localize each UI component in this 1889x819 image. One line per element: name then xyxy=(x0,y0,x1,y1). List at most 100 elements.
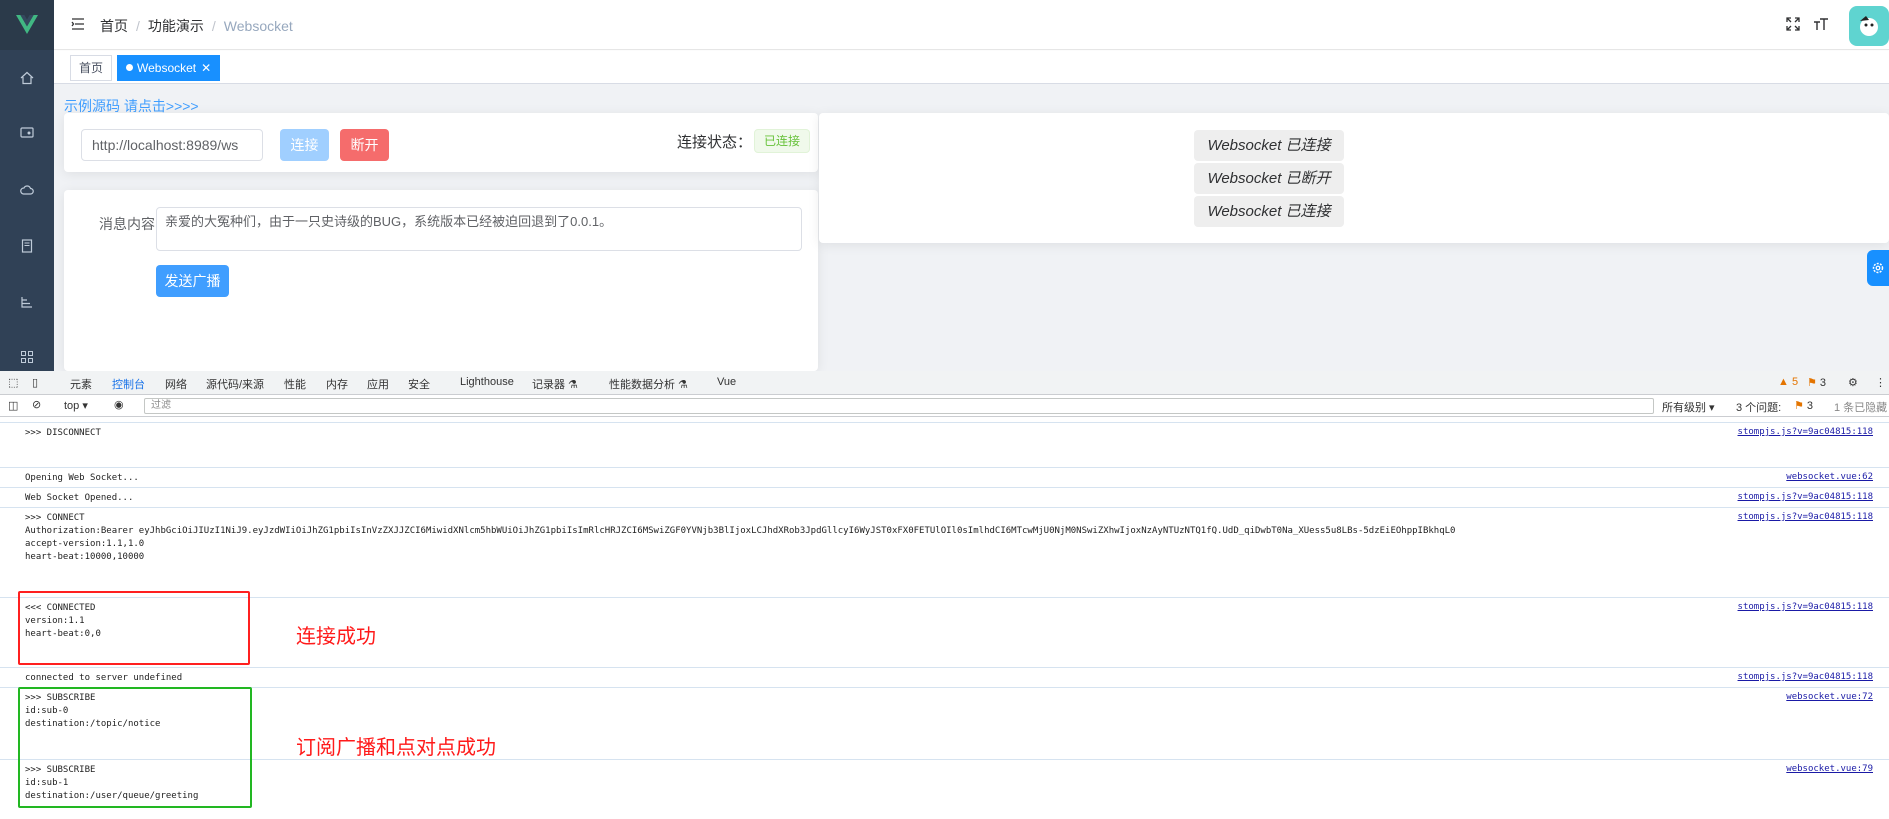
tab-security[interactable]: 安全 xyxy=(408,376,430,392)
console-output: >>> DISCONNECT stompjs.js?v=9ac04815:118… xyxy=(0,417,1889,819)
device-toggle-icon[interactable]: ▯ xyxy=(32,376,38,389)
log-source-link[interactable]: websocket.vue:72 xyxy=(1786,692,1873,702)
status-label: 连接状态： xyxy=(677,134,753,151)
screen: 首页 / 功能演示 / Websocket 首页 Websocket ✕ 示例源码 请点击… xyxy=(0,0,1889,819)
grid-icon[interactable] xyxy=(18,348,36,366)
log-entry: <<< CONNECTED version:1.1 heart-beat:0,0… xyxy=(0,597,1889,667)
log-text: connected to server undefined xyxy=(25,673,183,683)
fullscreen-icon[interactable] xyxy=(1785,16,1803,34)
message-label: 消息内容 xyxy=(99,216,155,232)
tab-memory[interactable]: 内存 xyxy=(326,376,348,392)
avatar[interactable] xyxy=(1849,6,1889,46)
connect-button[interactable]: 连接 xyxy=(280,129,329,161)
status-badge: 已连接 xyxy=(754,129,811,153)
inspect-icon[interactable]: ⬚ xyxy=(8,376,18,389)
tab-vue[interactable]: Vue xyxy=(717,376,736,388)
log-entry: >>> CONNECT Authorization:Bearer eyJhbGc… xyxy=(0,507,1889,587)
home-icon[interactable] xyxy=(18,69,36,87)
more-options-icon[interactable]: ⋮ xyxy=(1875,376,1886,389)
devtools-tabs: ⬚ ▯ 元素 控制台 网络 源代码/来源 性能 内存 应用 安全 Lightho… xyxy=(0,371,1889,397)
tab-performance-insights[interactable]: 性能数据分析 ⚗ xyxy=(609,376,688,392)
breadcrumb-home[interactable]: 首页 xyxy=(100,18,128,34)
warning-icon[interactable]: ▲ 5 xyxy=(1778,376,1798,388)
log-source-link[interactable]: stompjs.js?v=9ac04815:118 xyxy=(1738,512,1873,522)
tab-performance[interactable]: 性能 xyxy=(284,376,306,392)
context-select[interactable]: top ▾ xyxy=(64,399,88,412)
log-text: >>> DISCONNECT xyxy=(25,428,101,438)
tab-elements[interactable]: 元素 xyxy=(70,376,92,392)
log-source-link[interactable]: stompjs.js?v=9ac04815:118 xyxy=(1738,672,1873,682)
eye-icon[interactable]: ◉ xyxy=(114,398,124,411)
tab-network[interactable]: 网络 xyxy=(165,376,187,392)
message-list-card: Websocket 已连接 Websocket 已断开 Websocket 已连… xyxy=(819,113,1889,243)
tag-label: Websocket xyxy=(137,61,197,75)
close-icon[interactable]: ✕ xyxy=(201,61,211,75)
tab-sources[interactable]: 源代码/来源 xyxy=(206,376,264,392)
console-toolbar: ◫ ⊘ top ▾ ◉ 过滤 所有级别 ▾ 3 个问题: ⚑ 3 1 条已隐藏 xyxy=(0,395,1889,417)
tags-view: 首页 Websocket ✕ xyxy=(54,51,1889,84)
log-entry: >>> SUBSCRIBE id:sub-0 destination:/topi… xyxy=(0,687,1889,759)
log-text: Web Socket Opened... xyxy=(25,493,134,503)
log-entry: >>> DISCONNECT stompjs.js?v=9ac04815:118 xyxy=(0,422,1889,467)
message-item: Websocket 已断开 xyxy=(1194,163,1344,194)
tree-icon[interactable] xyxy=(18,293,36,311)
breadcrumb-separator: / xyxy=(211,18,216,34)
log-entry: >>> SUBSCRIBE id:sub-1 destination:/user… xyxy=(0,759,1889,819)
filter-input[interactable]: 过滤 xyxy=(144,398,1654,414)
cloud-icon[interactable] xyxy=(18,181,36,199)
subscribe-highlight-box xyxy=(18,687,252,808)
tab-recorder[interactable]: 记录器 ⚗ xyxy=(532,376,578,392)
context-value: top xyxy=(64,400,80,412)
tag-home[interactable]: 首页 xyxy=(70,55,113,81)
log-text: Opening Web Socket... xyxy=(25,473,139,483)
message-card: 消息内容 亲爱的大冤种们，由于一只史诗级的BUG，系统版本已经被迫回退到了0.0… xyxy=(64,190,818,371)
connected-highlight-box xyxy=(18,591,250,665)
sidebar xyxy=(0,0,54,371)
url-input[interactable]: http://localhost:8989/ws xyxy=(81,129,263,161)
tag-websocket[interactable]: Websocket ✕ xyxy=(117,55,221,81)
log-entry: Opening Web Socket... websocket.vue:62 xyxy=(0,467,1889,487)
connection-card: http://localhost:8989/ws 连接 断开 连接状态： 已连接 xyxy=(64,113,818,172)
message-item: Websocket 已连接 xyxy=(1194,130,1344,161)
log-entry: Web Socket Opened... stompjs.js?v=9ac048… xyxy=(0,487,1889,507)
log-source-link[interactable]: websocket.vue:79 xyxy=(1786,764,1873,774)
tab-lighthouse[interactable]: Lighthouse xyxy=(460,376,514,388)
tab-console[interactable]: 控制台 xyxy=(112,376,145,397)
log-entry: connected to server undefined stompjs.js… xyxy=(0,667,1889,687)
tab-application[interactable]: 应用 xyxy=(367,376,389,392)
message-textarea[interactable]: 亲爱的大冤种们，由于一只史诗级的BUG，系统版本已经被迫回退到了0.0.1。 xyxy=(156,207,802,251)
clear-console-icon[interactable]: ⊘ xyxy=(32,398,41,411)
log-source-link[interactable]: stompjs.js?v=9ac04815:118 xyxy=(1738,492,1873,502)
active-dot-icon xyxy=(126,64,133,71)
document-icon[interactable] xyxy=(18,237,36,255)
monitor-icon[interactable] xyxy=(18,124,36,142)
breadcrumb-current: Websocket xyxy=(223,18,293,34)
log-source-link[interactable]: stompjs.js?v=9ac04815:118 xyxy=(1738,602,1873,612)
issue-count: 3 xyxy=(1819,377,1827,389)
issue-flag-icon[interactable]: ⚑ 3 xyxy=(1807,376,1826,389)
sidebar-toggle-icon[interactable]: ◫ xyxy=(8,399,18,412)
issues-label[interactable]: 3 个问题: xyxy=(1736,399,1781,415)
app-main: 示例源码 请点击>>>> http://localhost:8989/ws 连接… xyxy=(54,84,1889,371)
breadcrumb-separator: / xyxy=(136,18,140,34)
log-source-link[interactable]: websocket.vue:62 xyxy=(1786,472,1873,482)
navbar: 首页 / 功能演示 / Websocket xyxy=(54,0,1889,50)
tag-label: 首页 xyxy=(79,61,104,75)
settings-icon[interactable]: ⚙ xyxy=(1848,376,1858,389)
subscribe-annotation: 订阅广播和点对点成功 xyxy=(296,737,496,759)
hidden-count: 1 条已隐藏 xyxy=(1834,402,1888,414)
settings-gear-icon[interactable] xyxy=(1867,250,1889,286)
breadcrumb-demo[interactable]: 功能演示 xyxy=(148,18,204,34)
font-size-icon[interactable] xyxy=(1813,16,1831,34)
issues-num: 3 xyxy=(1806,400,1814,412)
hamburger-icon[interactable] xyxy=(70,16,86,32)
connected-annotation: 连接成功 xyxy=(296,626,376,648)
issues-flag-icon[interactable]: ⚑ 3 xyxy=(1794,399,1813,412)
log-level-select[interactable]: 所有级别 ▾ xyxy=(1662,399,1715,415)
disconnect-button[interactable]: 断开 xyxy=(340,129,389,161)
vue-logo-icon[interactable] xyxy=(0,0,54,50)
log-text: >>> CONNECT Authorization:Bearer eyJhbGc… xyxy=(25,513,1456,562)
log-source-link[interactable]: stompjs.js?v=9ac04815:118 xyxy=(1738,427,1873,437)
broadcast-button[interactable]: 发送广播 xyxy=(156,265,229,297)
breadcrumb: 首页 / 功能演示 / Websocket xyxy=(100,16,293,36)
